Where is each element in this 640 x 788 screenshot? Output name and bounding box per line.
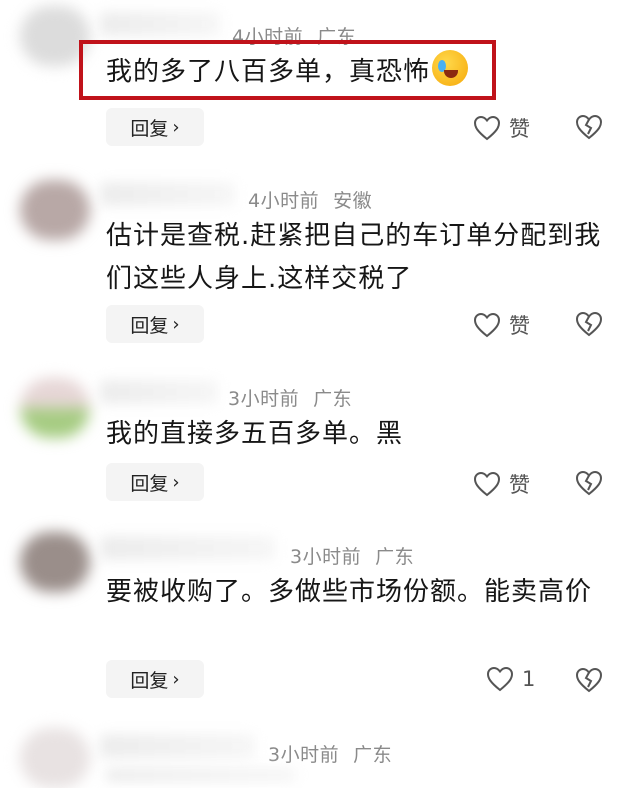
broken-heart-outline-icon[interactable] [575,666,603,694]
heart-outline-icon [473,312,501,338]
broken-heart-outline-icon[interactable] [575,310,603,338]
chevron-right-icon: › [172,668,180,690]
comment-time: 3小时前 [228,388,300,410]
comment-time: 3小时前 [290,546,362,568]
avatar[interactable] [20,532,90,592]
heart-outline-icon [486,666,514,692]
like-label: 赞 [509,314,530,338]
like-label: 赞 [509,473,530,497]
chevron-right-icon: › [172,313,180,335]
comment-time: 4小时前 [248,190,320,212]
like-button[interactable]: 赞 [473,469,530,499]
comment-location: 广东 [375,546,415,568]
avatar[interactable] [20,180,90,240]
reply-label: 回复 [130,472,169,495]
like-count: 1 [522,667,536,691]
reply-label: 回复 [130,669,169,692]
comment-text-blurred [106,768,296,782]
like-label: 赞 [509,117,530,141]
heart-outline-icon [473,471,501,497]
laughing-crying-emoji-icon [432,50,469,86]
comment-time: 3小时前 [268,744,340,766]
comment-text: 我的直接多五百多单。黑 [106,419,404,449]
reply-button[interactable]: 回复 › [106,108,204,146]
username-blurred[interactable] [100,182,235,206]
username-blurred[interactable] [100,12,220,36]
username-blurred[interactable] [100,380,218,404]
chevron-right-icon: › [172,471,180,493]
reply-button[interactable]: 回复 › [106,463,204,501]
heart-outline-icon [473,115,501,141]
like-button[interactable]: 1 [486,666,535,692]
comment-location: 广东 [313,388,353,410]
comment-meta: 4小时前 安徽 [248,186,372,213]
broken-heart-outline-icon[interactable] [575,113,603,141]
comment-location: 广东 [353,744,393,766]
username-blurred[interactable] [100,536,275,560]
avatar[interactable] [20,378,90,438]
broken-heart-outline-icon[interactable] [575,469,603,497]
comment-meta: 3小时前 广东 [268,740,392,767]
reply-button[interactable]: 回复 › [106,660,204,698]
comment-text: 我的多了八百多单，真恐怖 [106,50,606,94]
avatar[interactable] [20,728,90,788]
chevron-right-icon: › [172,116,180,138]
comment-text: 估计是查税.赶紧把自己的车订单分配到我们这些人身上.这样交税了 [106,221,602,294]
reply-label: 回复 [130,314,169,337]
comment-location: 安徽 [333,190,373,212]
like-button[interactable]: 赞 [473,310,530,340]
username-blurred[interactable] [100,734,255,758]
reply-label: 回复 [130,117,169,140]
comment-text: 要被收购了。多做些市场份额。能卖高价 [106,577,593,607]
comment-meta: 3小时前 广东 [228,384,352,411]
reply-button[interactable]: 回复 › [106,305,204,343]
comment-meta: 3小时前 广东 [290,542,414,569]
like-button[interactable]: 赞 [473,113,530,143]
